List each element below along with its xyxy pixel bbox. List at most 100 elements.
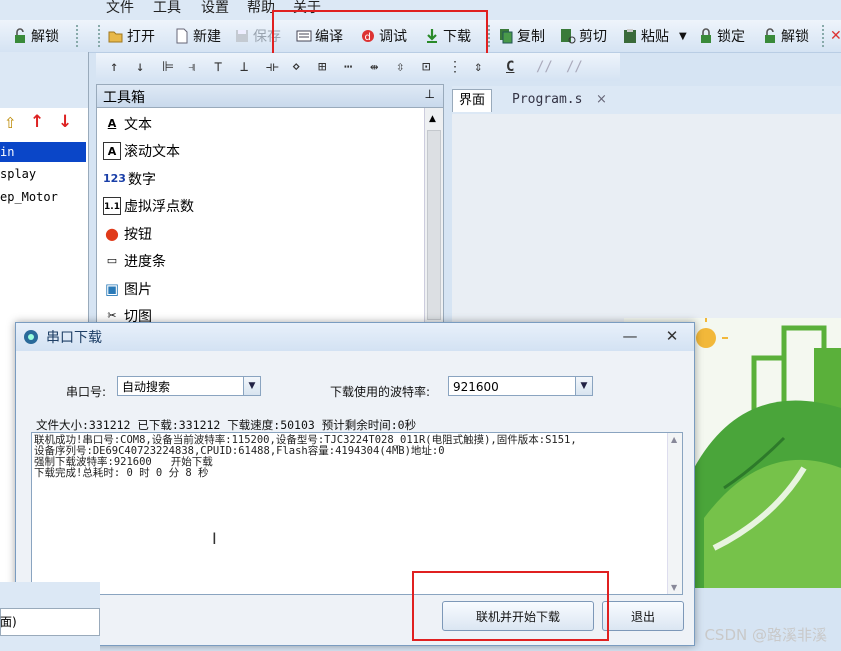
toolbox-title: 工具箱 [103, 90, 145, 106]
cut-label: 剪切 [579, 29, 607, 45]
scroll-thumb[interactable] [427, 130, 441, 320]
tree-item-main[interactable]: in [0, 142, 86, 162]
menu-file[interactable]: 文件 [106, 0, 134, 17]
log-line: 下载完成!总耗时: 0 时 0 分 8 秒 [34, 467, 209, 479]
scroll-down-icon[interactable]: ▼ [671, 583, 677, 592]
log-scrollbar[interactable]: ▲ ▼ [667, 433, 682, 594]
editor-tabs: 界面 Program.s × [452, 86, 841, 114]
grid-icon[interactable]: ⊞ [318, 59, 326, 75]
same-width-icon[interactable]: ⇹ [370, 59, 378, 75]
move-down-icon[interactable]: ↓ [136, 59, 144, 75]
toolbox-header: 工具箱 ⊥ [97, 85, 443, 108]
lock-label: 锁定 [717, 29, 745, 45]
open-button[interactable]: 打开 [108, 25, 155, 47]
paste-dropdown-icon[interactable]: ▼ [679, 31, 687, 42]
port-label: 串口号: [66, 385, 107, 399]
menu-help[interactable]: 帮助 [247, 0, 275, 17]
chevron-down-icon[interactable]: ▼ [575, 377, 592, 395]
spacing-icon[interactable]: ⇕ [474, 59, 482, 75]
toolbar-grip[interactable] [76, 25, 81, 47]
paste-label: 粘贴 [641, 29, 669, 45]
new-button[interactable]: 新建 [174, 25, 221, 47]
toolbox-item-float[interactable]: 1.1 虚拟浮点数 [103, 195, 194, 217]
tab-program[interactable]: Program.s [506, 89, 588, 111]
toolbox-scrollbar[interactable]: ▲ [424, 108, 443, 325]
float-icon: 1.1 [103, 197, 121, 215]
new-file-icon [174, 28, 190, 44]
cut-button[interactable]: 剪切 [560, 25, 607, 47]
cut-icon [560, 28, 576, 44]
unlock-icon [12, 28, 28, 44]
unlock-left-label: 解锁 [31, 29, 59, 45]
same-height-icon[interactable]: ⇳ [396, 59, 404, 75]
lock-icon [698, 28, 714, 44]
close-red-icon[interactable]: ✕ [830, 25, 841, 47]
center-h-icon[interactable]: ⟛ [266, 59, 279, 75]
scroll-up-icon[interactable]: ▲ [429, 114, 436, 124]
toolbox-item-progress[interactable]: ▭ 进度条 [103, 250, 166, 272]
close-tab-icon[interactable]: × [590, 89, 613, 111]
toolbox-item-number[interactable]: 123 数字 [103, 168, 156, 190]
port-select[interactable]: 自动搜索 ▼ [117, 376, 261, 396]
dialog-title-bar[interactable]: 串口下载 — ✕ [16, 323, 694, 351]
download-status: 文件大小:331212 已下载:331212 下载速度:50103 预计剩余时间… [36, 418, 417, 432]
save-icon [234, 28, 250, 44]
toolbar-grip[interactable] [488, 25, 493, 47]
unlock-button[interactable]: 解锁 [762, 25, 809, 47]
baud-select[interactable]: 921600 ▼ [448, 376, 593, 396]
pin-icon[interactable]: ⊥ [425, 87, 435, 101]
editor-area [452, 114, 841, 324]
highlight-box-connect [412, 571, 609, 641]
bottom-left-label: 面) [0, 615, 17, 629]
lock-button[interactable]: 锁定 [698, 25, 745, 47]
disabled-format-icon: // [566, 59, 583, 75]
tree-item-step-motor[interactable]: ep_Motor [0, 187, 86, 207]
align-right-icon[interactable]: ⫣ [188, 59, 196, 75]
chevron-down-icon[interactable]: ▼ [243, 377, 260, 395]
baud-label: 下载使用的波特率: [330, 385, 431, 399]
unlock-label: 解锁 [781, 29, 809, 45]
distribute-v-icon[interactable]: ⋮ [448, 59, 462, 75]
copy-icon [498, 28, 514, 44]
toolbox-item-picture[interactable]: ▣ 图片 [103, 278, 152, 300]
toolbox-item-text[interactable]: A 文本 [103, 113, 152, 135]
align-bottom-icon[interactable]: ⊥ [240, 59, 248, 75]
format-c-button[interactable]: C [506, 59, 514, 75]
align-toolbar: ↑ ↓ ⊫ ⫣ ⊤ ⊥ ⟛ ⋄ ⊞ ⋯ ⇹ ⇳ ⊡ ⋮ ⇕ C // // [96, 53, 620, 81]
paste-button[interactable]: 粘贴 ▼ [622, 25, 687, 47]
toolbox-item-scroll-text[interactable]: A 滚动文本 [103, 140, 180, 162]
arrow-up-icon[interactable]: ↑ [30, 112, 44, 132]
text-icon: A [107, 117, 117, 130]
align-left-icon[interactable]: ⊫ [162, 59, 174, 75]
folder-up-icon[interactable]: ⇧ [4, 114, 17, 132]
minimize-button[interactable]: — [616, 326, 644, 346]
toolbox-item-button[interactable]: ● 按钮 [103, 223, 152, 245]
menu-settings[interactable]: 设置 [201, 0, 229, 17]
copy-button[interactable]: 复制 [498, 25, 545, 47]
close-button[interactable]: ✕ [658, 326, 686, 346]
progress-bar-icon: ▭ [106, 254, 118, 267]
align-top-icon[interactable]: ⊤ [214, 59, 222, 75]
toolbar-grip[interactable] [822, 25, 827, 47]
copy-label: 复制 [517, 29, 545, 45]
port-select-value: 自动搜索 [122, 380, 171, 394]
unlock-left-button[interactable]: 解锁 [12, 25, 59, 47]
tree-item-display[interactable]: splay [0, 164, 86, 184]
tab-interface[interactable]: 界面 [452, 89, 493, 112]
button-icon: ● [105, 224, 119, 243]
exit-button[interactable]: 退出 [602, 601, 684, 631]
toolbox-item-label: 虚拟浮点数 [124, 199, 194, 215]
center-v-icon[interactable]: ⋄ [292, 59, 300, 75]
disabled-format-icon: // [536, 59, 553, 75]
move-up-icon[interactable]: ↑ [110, 59, 118, 75]
same-size-icon[interactable]: ⊡ [422, 59, 430, 75]
menu-tools[interactable]: 工具 [153, 0, 181, 17]
toolbar-grip[interactable] [98, 25, 103, 47]
tree-toolbar: ⇧ ↑ ↓ [0, 52, 88, 132]
arrow-down-icon[interactable]: ↓ [58, 112, 72, 132]
toolbox-item-label: 图片 [124, 282, 152, 298]
watermark: CSDN @路溪非溪 [704, 626, 827, 644]
scroll-up-icon[interactable]: ▲ [671, 435, 677, 444]
distribute-h-icon[interactable]: ⋯ [344, 59, 352, 75]
app-icon [23, 329, 39, 349]
